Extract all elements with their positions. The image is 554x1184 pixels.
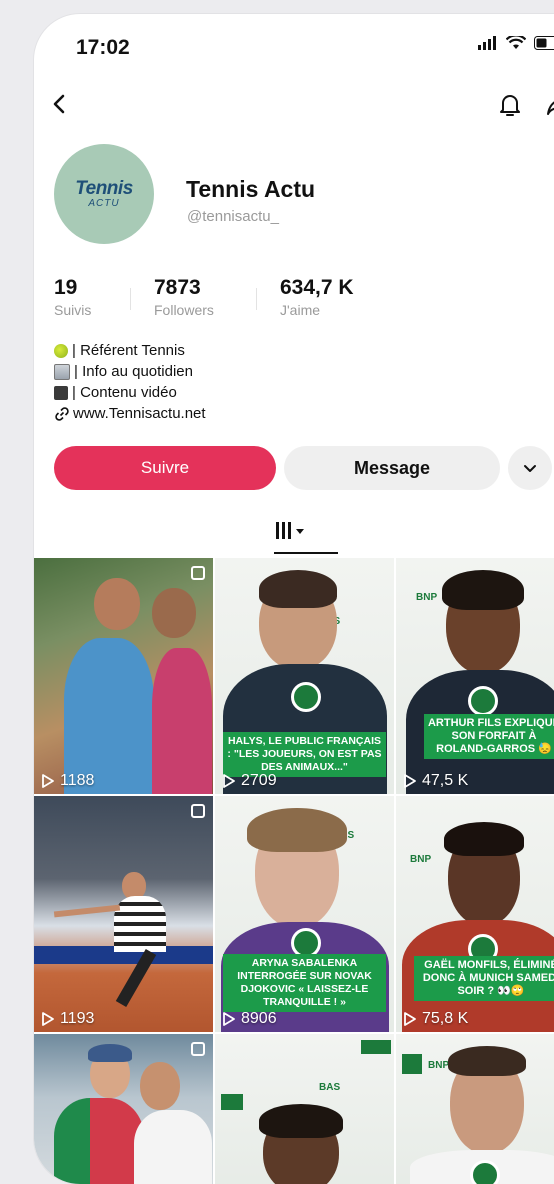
share-button[interactable]: [546, 92, 554, 121]
video-views: 1188: [42, 772, 94, 790]
video-thumbnail[interactable]: BAS: [215, 1034, 394, 1184]
chevron-down-icon: [522, 460, 538, 476]
play-icon: [223, 1012, 235, 1026]
profile-tabs: [34, 512, 554, 558]
stat-divider: [256, 288, 257, 310]
video-thumbnail[interactable]: BAS ARYNA SABALENKA INTERROGÉE SUR NOVAK…: [215, 796, 394, 1032]
profile-bio: | Référent Tennis | Info au quotidien | …: [54, 340, 206, 424]
back-button[interactable]: [48, 92, 72, 121]
bio-text: | Info au quotidien: [74, 361, 193, 382]
sponsor-text: BNP: [410, 854, 431, 865]
play-icon: [42, 774, 54, 788]
video-views: 1193: [42, 1010, 94, 1028]
stat-followers[interactable]: 7873 Followers: [154, 276, 214, 318]
signal-icon: [478, 36, 498, 50]
views-count: 75,8 K: [422, 1010, 468, 1028]
play-icon: [404, 1012, 416, 1026]
bio-line: | Info au quotidien: [54, 361, 206, 382]
video-views: 47,5 K: [404, 772, 468, 790]
back-icon: [48, 92, 72, 116]
bio-line: | Référent Tennis: [54, 340, 206, 361]
views-count: 47,5 K: [422, 772, 468, 790]
video-caption: ARYNA SABALENKA INTERROGÉE SUR NOVAK DJO…: [223, 954, 386, 1012]
multi-photo-icon: [191, 804, 205, 818]
views-count: 2709: [241, 772, 277, 790]
wifi-icon: [506, 36, 526, 50]
multi-photo-icon: [191, 566, 205, 580]
profile-stats: 19 Suivis 7873 Followers 634,7 K J'aime: [54, 276, 474, 326]
video-caption: ARTHUR FILS EXPLIQUE SON FORFAIT À ROLAN…: [424, 714, 554, 759]
logo-word-actu: ACTU: [88, 198, 119, 209]
video-caption: HALYS, LE PUBLIC FRANÇAIS : "LES JOUEURS…: [223, 732, 386, 777]
views-count: 8906: [241, 1010, 277, 1028]
video-thumbnail[interactable]: 1188: [34, 558, 213, 794]
newspaper-icon: [54, 364, 70, 380]
message-button[interactable]: Message: [284, 446, 500, 490]
stat-following-value: 19: [54, 276, 91, 300]
stat-followers-value: 7873: [154, 276, 214, 300]
status-time: 17:02: [76, 36, 130, 60]
bio-text: | Référent Tennis: [72, 340, 185, 361]
tennis-ball-icon: [54, 344, 68, 358]
video-thumbnail[interactable]: BNP: [396, 1034, 554, 1184]
multi-photo-icon: [191, 1042, 205, 1056]
share-icon: [546, 92, 554, 116]
video-camera-icon: [54, 386, 68, 400]
video-thumbnail[interactable]: BNP ARTHUR FILS EXPLIQUE SON FORFAIT À R…: [396, 558, 554, 794]
notifications-button[interactable]: [498, 92, 522, 123]
stat-divider: [130, 288, 131, 310]
views-count: 1193: [60, 1010, 94, 1028]
video-thumbnail[interactable]: [34, 1034, 213, 1184]
stat-followers-label: Followers: [154, 302, 214, 318]
sponsor-text: BNP: [416, 592, 437, 603]
tab-underline: [274, 552, 338, 554]
video-thumbnail[interactable]: 1193: [34, 796, 213, 1032]
stat-likes-value: 634,7 K: [280, 276, 354, 300]
video-thumbnail[interactable]: BAS HALYS, LE PUBLIC FRANÇAIS : "LES JOU…: [215, 558, 394, 794]
bell-icon: [498, 92, 522, 118]
status-bar: 17:02: [34, 14, 554, 74]
bio-text: | Contenu vidéo: [72, 382, 177, 403]
bio-link-text[interactable]: www.Tennisactu.net: [73, 403, 206, 424]
link-icon: [54, 406, 70, 422]
play-icon: [223, 774, 235, 788]
bio-link[interactable]: www.Tennisactu.net: [54, 403, 206, 424]
sponsor-text: BAS: [319, 1082, 340, 1093]
video-views: 2709: [223, 772, 277, 790]
stat-following-label: Suivis: [54, 302, 91, 318]
video-caption: GAËL MONFILS, ÉLIMINÉ DONC À MUNICH SAME…: [414, 956, 554, 1001]
stat-likes-label: J'aime: [280, 302, 354, 318]
phone-screen: 17:02 Tennis ACTU Tennis Actu @tennisact…: [34, 14, 554, 1184]
battery-icon: [534, 36, 554, 50]
tab-videos[interactable]: [274, 520, 308, 547]
more-options-button[interactable]: [508, 446, 552, 490]
video-views: 8906: [223, 1010, 277, 1028]
video-views: 75,8 K: [404, 1010, 468, 1028]
views-count: 1188: [60, 772, 94, 790]
bio-line: | Contenu vidéo: [54, 382, 206, 403]
play-icon: [404, 774, 416, 788]
profile-avatar[interactable]: Tennis ACTU: [54, 144, 154, 244]
follow-button[interactable]: Suivre: [54, 446, 276, 490]
logo-word-tennis: Tennis: [75, 179, 133, 198]
play-icon: [42, 1012, 54, 1026]
video-thumbnail[interactable]: BNP GAËL MONFILS, ÉLIMINÉ DONC À MUNICH …: [396, 796, 554, 1032]
stat-likes: 634,7 K J'aime: [280, 276, 354, 318]
profile-handle: @tennisactu_: [187, 208, 279, 225]
sponsor-text: BNP: [428, 1060, 449, 1071]
top-navigation: [34, 92, 554, 136]
grid-icon: [274, 520, 308, 542]
profile-name: Tennis Actu: [186, 176, 315, 203]
stat-following[interactable]: 19 Suivis: [54, 276, 91, 318]
